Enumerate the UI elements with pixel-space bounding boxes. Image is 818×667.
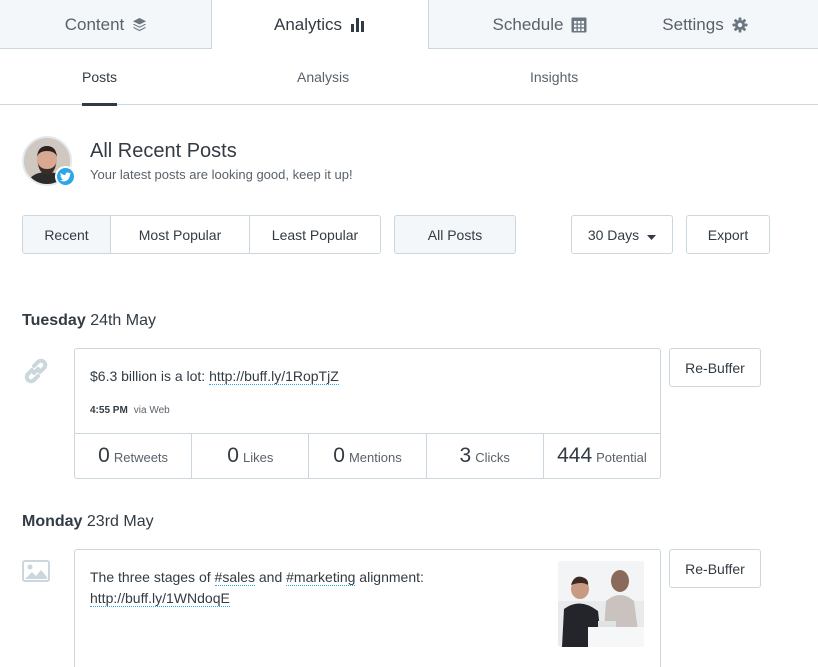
stat-label: Likes (242, 450, 274, 465)
subtab-label: Insights (530, 69, 579, 85)
tab-analytics[interactable]: Analytics (211, 0, 429, 49)
page-title: All Recent Posts (90, 140, 237, 162)
stat-label: Clicks (475, 450, 510, 465)
day-heading: Tuesday 24th May (22, 312, 156, 330)
calendar-icon (571, 17, 587, 33)
stat-mentions: 0 Mentions (309, 434, 427, 478)
post-link[interactable]: http://buff.ly/1RopTjZ (209, 368, 339, 385)
all-posts-button[interactable]: All Posts (394, 215, 516, 254)
subtab-label: Analysis (297, 69, 350, 85)
tab-settings[interactable]: Settings (640, 0, 770, 49)
link-icon (22, 357, 50, 390)
stat-label: Mentions (348, 450, 402, 465)
post-via: via Web (133, 405, 170, 416)
rebuffer-button[interactable]: Re-Buffer (669, 348, 761, 387)
rebuffer-label: Re-Buffer (685, 359, 745, 376)
day-heading: Monday 23rd May (22, 513, 154, 531)
subtab-analysis[interactable]: Analysis (297, 49, 349, 105)
subtab-insights[interactable]: Insights (530, 49, 578, 105)
stat-likes: 0 Likes (192, 434, 310, 478)
top-nav: Content Analytics Schedule Settings (0, 0, 818, 49)
post-card: $6.3 billion is a lot: http://buff.ly/1R… (74, 348, 661, 479)
tab-label: Settings (662, 14, 724, 34)
sort-recent-button[interactable]: Recent (23, 216, 111, 253)
post-time: 4:55 PM (90, 405, 128, 416)
subtab-posts[interactable]: Posts (82, 49, 118, 106)
hashtag-link[interactable]: #marketing (286, 569, 356, 586)
stat-number: 0 (98, 444, 110, 467)
stat-number: 3 (459, 444, 472, 467)
rebuffer-label: Re-Buffer (685, 560, 745, 577)
stat-label: Potential (596, 450, 647, 465)
layers-icon (132, 17, 147, 32)
bar-chart-icon (350, 17, 366, 32)
tab-label: Analytics (273, 14, 343, 34)
sort-button-group: Recent Most Popular Least Popular (22, 215, 381, 254)
subtab-label: Posts (82, 69, 118, 85)
stat-number: 0 (333, 444, 345, 467)
caret-down-icon (647, 227, 657, 243)
page-subtitle: Your latest posts are looking good, keep… (90, 167, 353, 182)
date-range-label: 30 Days (587, 226, 640, 243)
all-posts-label: All Posts (427, 226, 483, 243)
day-weekday: Monday (22, 513, 83, 530)
post-text-part: The three stages of (90, 569, 215, 585)
stat-potential: 444 Potential (544, 434, 660, 478)
export-button[interactable]: Export (686, 215, 770, 254)
sort-least-popular-button[interactable]: Least Popular (250, 216, 380, 253)
twitter-icon (55, 166, 76, 187)
day-date: 23rd May (86, 513, 154, 530)
post-meta: 4:55 PM via Web (90, 405, 170, 416)
post-text-part: alignment: (355, 569, 424, 585)
gear-icon (732, 17, 748, 33)
active-underline (82, 103, 118, 106)
stat-number: 444 (557, 444, 593, 467)
sub-nav: Posts Analysis Insights (0, 49, 818, 106)
export-label: Export (707, 226, 749, 243)
post-stats: 0 Retweets 0 Likes 0 Mentions 3 Clicks 444 Po… (75, 433, 660, 478)
day-weekday: Tuesday (22, 312, 86, 329)
post-card: The three stages of #sales and #marketin… (74, 549, 661, 667)
rebuffer-button[interactable]: Re-Buffer (669, 549, 761, 588)
tab-content[interactable]: Content (0, 0, 212, 49)
day-date: 24th May (90, 312, 156, 329)
post-text-body: $6.3 billion is a lot: (90, 368, 210, 384)
date-range-dropdown[interactable]: 30 Days (571, 215, 673, 254)
tab-label: Schedule (492, 14, 564, 34)
stat-clicks: 3 Clicks (427, 434, 544, 478)
stat-label: Retweets (113, 450, 169, 465)
post-thumbnail-image[interactable] (558, 561, 644, 647)
stat-retweets: 0 Retweets (75, 434, 193, 478)
tab-schedule[interactable]: Schedule (440, 0, 640, 49)
tab-label: Content (64, 14, 125, 34)
post-text-part: and (255, 569, 287, 585)
image-icon (22, 560, 50, 587)
sort-most-popular-button[interactable]: Most Popular (111, 216, 250, 253)
post-text: The three stages of #sales and #marketin… (90, 567, 530, 609)
post-link[interactable]: http://buff.ly/1WNdoqE (90, 590, 230, 607)
hashtag-link[interactable]: #sales (214, 569, 255, 586)
stat-number: 0 (227, 444, 239, 467)
post-text: $6.3 billion is a lot: http://buff.ly/1R… (90, 366, 339, 387)
